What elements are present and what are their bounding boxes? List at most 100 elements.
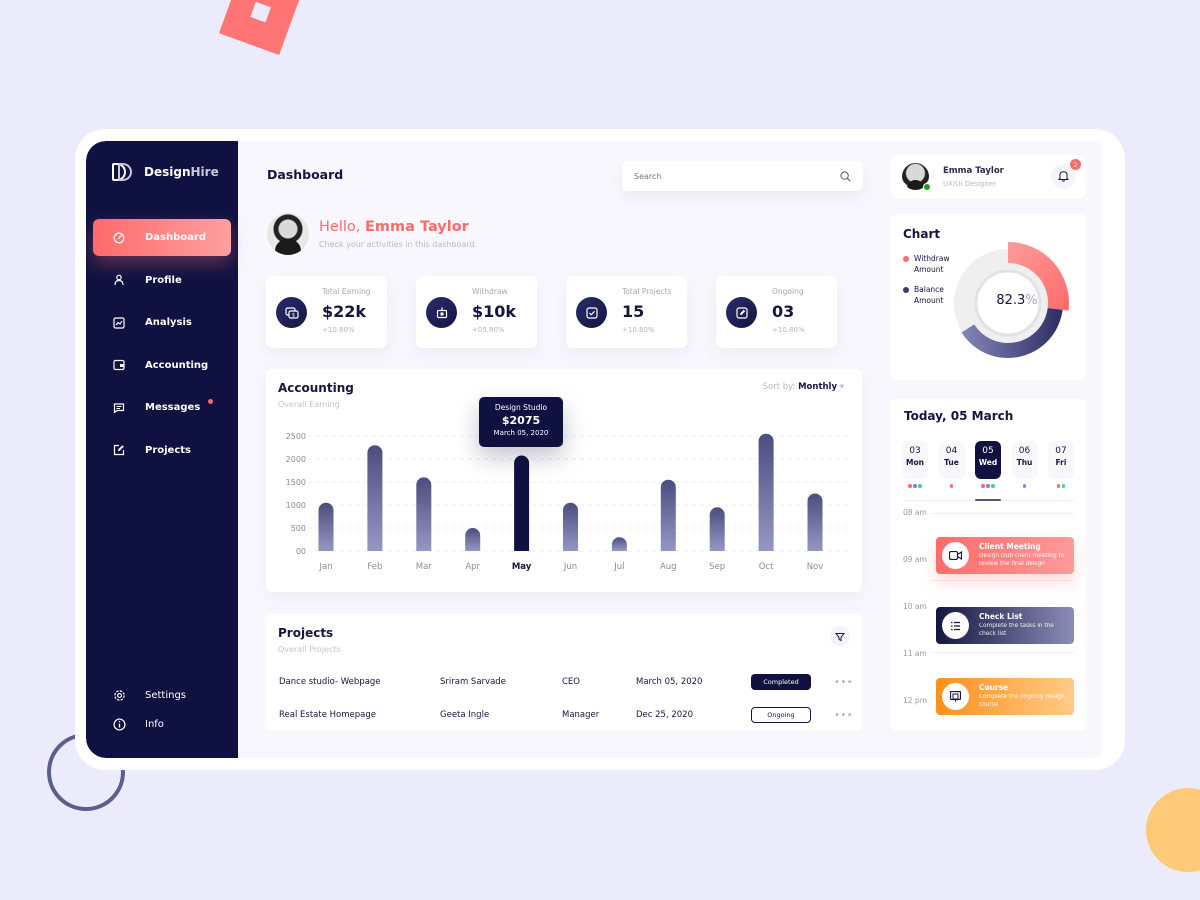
dashboard-app: DesignHire Dashboard Profile Analysis Ac… [86,141,1101,758]
y-tick-label: 1500 [286,478,306,487]
day-dots-group [1048,484,1074,488]
greeting: Hello, Emma Taylor Check your activities… [267,213,477,255]
bar-nov[interactable] [807,493,823,552]
checkbox-icon [576,297,607,328]
project-person: Sriram Sarvade [440,677,506,687]
sidebar-item-info[interactable]: Info [93,710,231,738]
event-course[interactable]: Course Complete the ongoing design cours… [936,678,1074,715]
profile-avatar[interactable] [902,163,931,191]
stat-label: Total Earning [322,287,371,296]
sidebar-item-messages[interactable]: Messages [93,389,231,426]
sidebar-item-label: Accounting [145,359,209,371]
search-icon[interactable] [840,167,851,186]
filter-button[interactable] [830,626,850,646]
event-description: Complete the tasks in the check list [979,623,1054,637]
x-tick-label: Aug [660,562,677,572]
sidebar-bottom-nav: Settings Info [93,681,231,739]
stat-card-total-projects[interactable]: Total Projects 15 +10.80% [566,276,687,348]
day-tue[interactable]: 04 Tue [938,441,965,479]
scroll-handle[interactable] [975,499,1001,501]
filter-icon [834,627,846,646]
chart-tooltip: Design Studio $2075 March 05, 2020 [479,397,563,447]
sidebar-item-settings[interactable]: Settings [93,681,231,709]
bar-oct[interactable] [758,433,774,551]
x-tick-label: Apr [465,562,480,572]
dashboard-gauge-icon [93,232,145,244]
stat-card-withdraw[interactable]: Withdraw $10k +05.80% [416,276,537,348]
svg-text:$: $ [291,312,294,318]
edit-icon [726,297,757,328]
stat-value: 15 [622,302,645,321]
bar-jan[interactable] [318,502,334,551]
status-badge: Completed [751,674,811,690]
y-tick-label: 00 [296,547,306,556]
unread-badge [208,399,213,404]
analysis-chart-icon [93,316,145,329]
video-camera-icon [942,542,969,569]
x-tick-label: Jan [318,562,332,572]
event-dot [913,484,917,488]
sidebar-item-analysis[interactable]: Analysis [93,304,231,341]
table-row[interactable]: Dance studio- Webpage Sriram Sarvade CEO… [279,672,854,692]
x-tick-label: Oct [759,562,774,572]
day-wed-selected[interactable]: 05 Wed [975,441,1001,479]
bar-may[interactable] [514,455,530,551]
donut-chart-card: Chart Withdraw Amount Balance Amount 82.3% [891,214,1086,380]
sidebar-item-dashboard[interactable]: Dashboard [93,219,231,256]
bar-sep[interactable] [709,507,725,551]
logo[interactable]: DesignHire [112,163,219,181]
table-row[interactable]: Real Estate Homepage Geeta Ingle Manager… [279,705,854,725]
more-options-icon[interactable]: ••• [834,677,853,688]
project-name: Real Estate Homepage [279,710,376,720]
notification-count: 2 [1070,159,1081,170]
search-input[interactable] [634,171,840,181]
time-label: 11 am [903,649,927,658]
project-role: Manager [562,710,600,720]
bar-jul[interactable] [611,537,627,551]
day-mon[interactable]: 03 Mon [902,441,928,479]
y-tick-label: 1000 [286,501,306,510]
checklist-icon [942,612,969,639]
time-label: 08 am [903,508,927,517]
stat-delta: +05.80% [472,326,505,334]
bar-apr[interactable] [465,528,481,551]
avatar[interactable] [267,213,309,255]
sidebar-item-projects[interactable]: Projects [93,432,231,469]
bar-feb[interactable] [367,445,383,551]
page-title: Dashboard [267,167,344,182]
bar-jun[interactable] [563,502,578,551]
edit-square-icon [93,444,145,456]
stat-value: $22k [322,302,367,321]
stat-label: Total Projects [622,287,672,296]
sidebar-item-accounting[interactable]: Accounting [93,347,231,384]
user-profile-card[interactable]: Emma Taylor UX/UI Designer 2 [891,155,1086,198]
bar-aug[interactable] [660,479,676,551]
sidebar-item-label: Info [145,718,164,730]
event-check-list[interactable]: Check List Complete the tasks in the che… [936,607,1074,644]
day-thu[interactable]: 06 Thu [1011,441,1038,479]
y-tick-label: 2000 [286,455,306,464]
notifications-button[interactable]: 2 [1051,159,1081,189]
profile-name: Emma Taylor [943,166,1004,176]
sidebar-item-label: Profile [145,274,182,286]
decorative-square [218,0,302,56]
event-client-meeting[interactable]: Client Meeting Design club client meetin… [936,537,1074,574]
stat-card-ongoing[interactable]: Ongoing 03 +10.80% [716,276,837,348]
sidebar-item-profile[interactable]: Profile [93,262,231,299]
schedule-card: Today, 05 March 03 Mon 04 Tue 05 Wed 06 Thu … [891,399,1086,731]
stat-card-total-earning[interactable]: $ Total Earning $22k +10.80% [266,276,387,348]
day-fri[interactable]: 07 Fri [1048,441,1074,479]
project-person: Geeta Ingle [440,710,490,720]
wallet-icon [93,359,145,371]
stat-delta: +10.80% [772,326,805,334]
bar-mar[interactable] [416,477,432,551]
more-options-icon[interactable]: ••• [834,710,853,721]
day-dots-group [939,484,965,488]
sidebar-item-label: Projects [145,444,192,456]
info-icon [93,717,145,731]
time-gridline [931,580,1074,581]
search-box[interactable] [622,161,863,191]
x-tick-label: Feb [367,562,382,572]
y-tick-label: 2500 [286,432,306,441]
gear-icon [93,689,145,702]
